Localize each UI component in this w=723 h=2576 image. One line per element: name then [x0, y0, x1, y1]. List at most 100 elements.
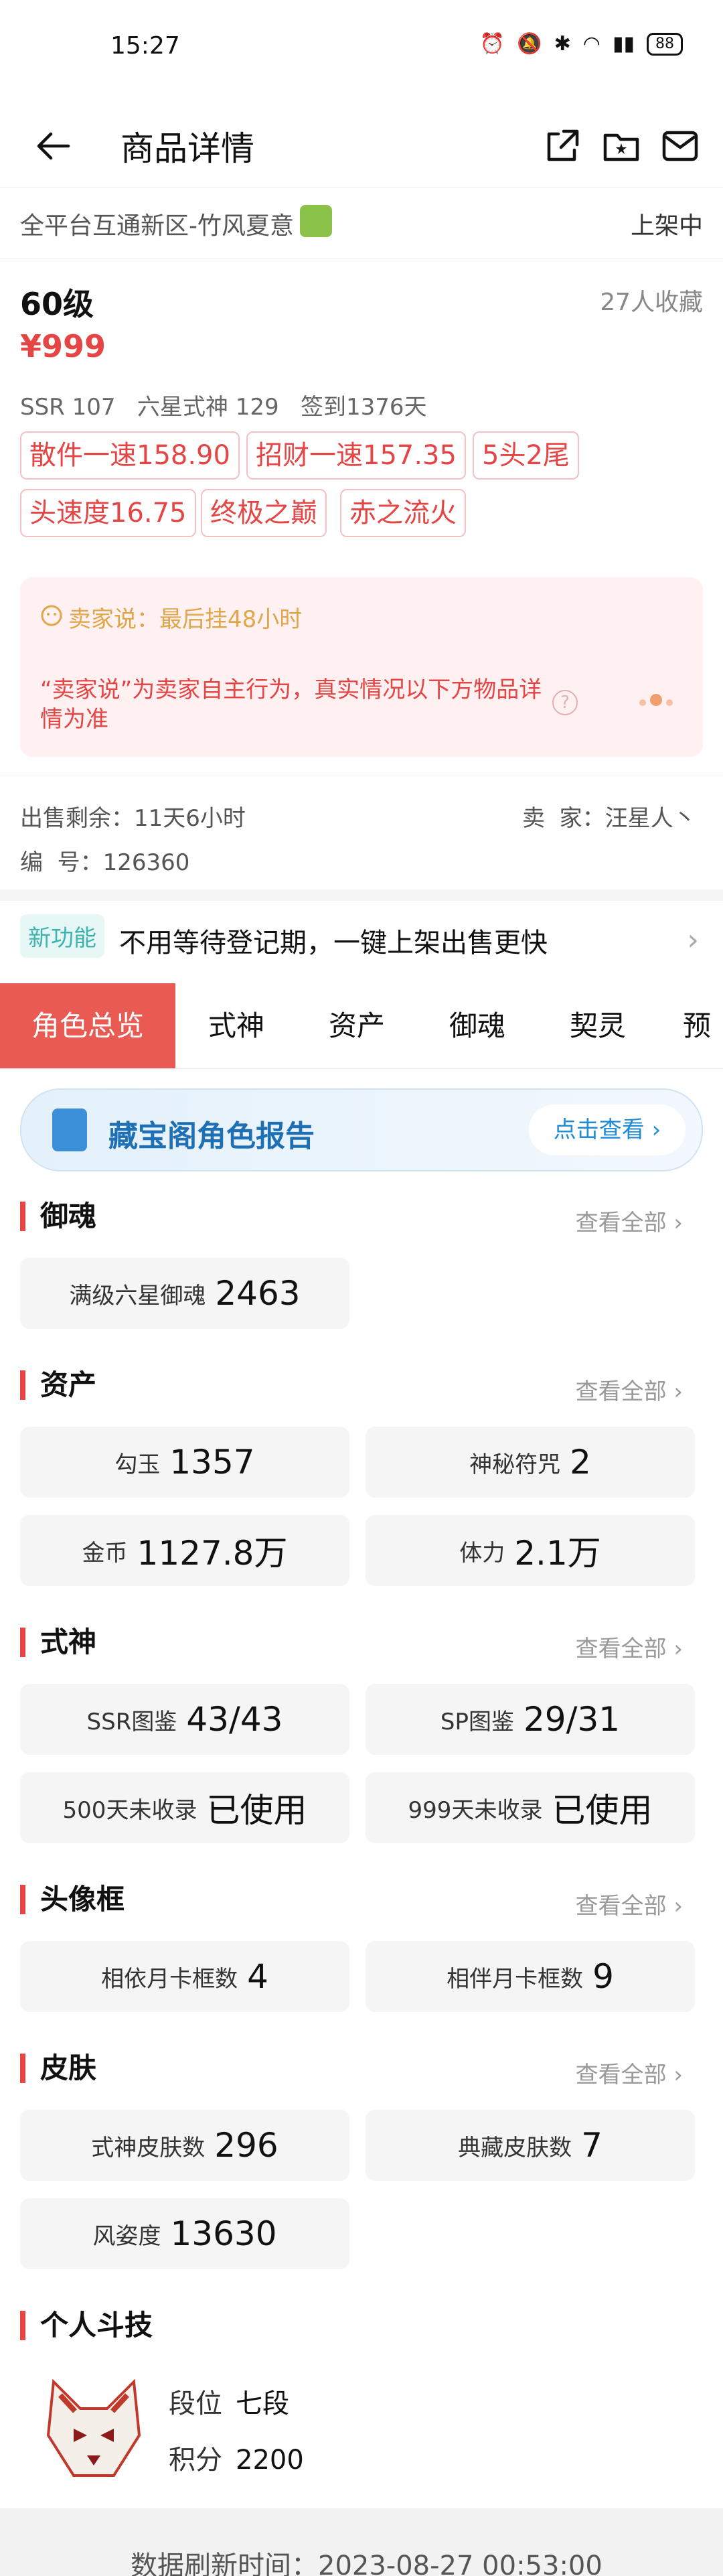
stat-card: SSR图鉴 43/43 — [20, 1684, 349, 1755]
page-title: 商品详情 — [120, 129, 254, 168]
stat-value: 1357 — [169, 1443, 255, 1482]
stat-label: 典藏皮肤数 — [458, 2134, 572, 2161]
stat-value: 296 — [214, 2126, 278, 2165]
stat-card: 相依月卡框数 4 — [20, 1941, 349, 2012]
stat-card: 满级六星御魂 2463 — [20, 1258, 349, 1329]
character-level: 60级 — [20, 286, 94, 322]
see-all-frames[interactable]: 查看全部 › — [576, 1887, 683, 1920]
stat-card: 式神皮肤数 296 — [20, 2110, 349, 2181]
stat-value: 已使用 — [206, 1791, 307, 1830]
stat-value: 已使用 — [552, 1791, 653, 1830]
stat-value: 13630 — [170, 2214, 277, 2253]
fox-mask-avatar-icon — [46, 2378, 141, 2477]
seller-name: 卖 家：汪星人丶 — [522, 805, 696, 832]
rank-label: 段位 — [169, 2388, 222, 2419]
back-arrow-icon[interactable] — [35, 127, 72, 165]
status-bar: 15:27 ⏰ 🔕 ✱ ◠ ▮▮ 88 — [0, 0, 723, 100]
time-remaining: 出售剩余：11天6小时 — [20, 805, 246, 832]
rank-value: 七段 — [236, 2388, 289, 2419]
see-all-assets[interactable]: 查看全部 › — [576, 1373, 683, 1406]
see-all-yuhun[interactable]: 查看全部 › — [576, 1204, 683, 1237]
tab-bar: 角色总览 式神 资产 御魂 契灵 预 — [0, 983, 723, 1069]
pvp-score: 积分 2200 — [169, 2438, 304, 2477]
tab-assets[interactable]: 资产 — [300, 983, 414, 1068]
chevron-right-icon[interactable]: › — [687, 923, 699, 957]
help-icon[interactable]: ? — [552, 690, 578, 715]
character-stats: SSR 107 六星式神 129 签到1376天 — [20, 394, 427, 421]
tab-more[interactable]: 预 — [683, 983, 723, 1068]
loading-dots-icon — [639, 694, 677, 709]
chat-icon — [41, 605, 62, 626]
android-icon — [300, 205, 332, 237]
data-refresh-time: 数据刷新时间：2023-08-27 00:53:00 — [131, 2551, 602, 2576]
section-title-frames: 头像框 — [20, 1885, 125, 1914]
stat-value: 29/31 — [524, 1700, 621, 1739]
status-time: 15:27 — [110, 32, 180, 60]
score-value: 2200 — [236, 2445, 304, 2476]
tab-shikigami[interactable]: 式神 — [179, 983, 293, 1068]
stat-value: 43/43 — [186, 1700, 283, 1739]
stat-label: 满级六星御魂 — [69, 1282, 206, 1309]
section-title-yuhun: 御魂 — [20, 1202, 96, 1231]
tab-yuhun[interactable]: 御魂 — [420, 983, 534, 1068]
message-icon[interactable] — [661, 127, 699, 165]
stat-value: 7 — [581, 2126, 602, 2165]
serial-number: 编 号：126360 — [20, 849, 190, 876]
stat-card: 体力 2.1万 — [366, 1515, 695, 1586]
favorite-count: 27人收藏 — [600, 289, 703, 316]
new-feature-badge: 新功能 — [20, 914, 104, 958]
stat-card: SP图鉴 29/31 — [366, 1684, 695, 1755]
stat-value: 9 — [592, 1957, 614, 1996]
stat-label: 风姿度 — [92, 2222, 161, 2250]
stat-card: 500天未收录 已使用 — [20, 1772, 349, 1843]
seller-says: 卖家说：最后挂48小时 — [68, 606, 303, 633]
tag: 散件一速158.90 — [20, 431, 240, 480]
mute-icon: 🔕 — [517, 32, 542, 56]
stat-label: 式神皮肤数 — [91, 2134, 206, 2161]
stat-label: 勾玉 — [114, 1451, 161, 1478]
signal-icon: ▮▮ — [612, 32, 635, 56]
view-report-button[interactable]: 点击查看 › — [529, 1104, 686, 1155]
report-icon — [52, 1108, 87, 1151]
stat-value: 4 — [247, 1957, 268, 1996]
stat-value: 2 — [570, 1443, 591, 1482]
stat-value: 2.1万 — [514, 1534, 601, 1573]
nav-bar: 商品详情 — [0, 100, 723, 188]
status-icons: ⏰ 🔕 ✱ ◠ ▮▮ 88 — [480, 32, 683, 56]
stat-label: SP图鉴 — [440, 1708, 514, 1735]
tab-qiling[interactable]: 契灵 — [541, 983, 655, 1068]
stat-label: 500天未收录 — [62, 1796, 197, 1824]
share-icon[interactable] — [544, 127, 581, 165]
stat-label: 相伴月卡框数 — [447, 1965, 584, 1993]
section-gap — [0, 889, 723, 902]
price: ¥999 — [20, 328, 106, 364]
section-title-shikigami: 式神 — [20, 1628, 96, 1657]
bluetooth-icon: ✱ — [554, 32, 571, 56]
tag: 5头2尾 — [473, 431, 579, 480]
see-all-skins[interactable]: 查看全部 › — [576, 2056, 683, 2089]
stat-label: 金币 — [82, 1539, 128, 1567]
new-feature-text: 不用等待登记期，一键上架出售更快 — [119, 928, 548, 958]
tag: 头速度16.75 — [20, 489, 196, 537]
tag: 赤之流火 — [340, 489, 466, 537]
stat-label: SSR图鉴 — [86, 1708, 177, 1735]
stat-card: 相伴月卡框数 9 — [366, 1941, 695, 2012]
see-all-shikigami[interactable]: 查看全部 › — [576, 1630, 683, 1663]
stat-label: 神秘符咒 — [469, 1451, 561, 1478]
score-label: 积分 — [169, 2445, 222, 2476]
section-title-assets: 资产 — [20, 1370, 96, 1400]
tag: 招财一速157.35 — [246, 431, 466, 480]
stat-card: 999天未收录 已使用 — [366, 1772, 695, 1843]
stat-card: 神秘符咒 2 — [366, 1427, 695, 1498]
seller-disclaimer: “卖家说”为卖家自主行为，真实情况以下方物品详情为准 — [40, 676, 542, 733]
tab-overview[interactable]: 角色总览 — [0, 983, 175, 1068]
stat-card: 金币 1127.8万 — [20, 1515, 349, 1586]
section-title-skins: 皮肤 — [20, 2054, 96, 2083]
stat-card: 典藏皮肤数 7 — [366, 2110, 695, 2181]
stat-card: 勾玉 1357 — [20, 1427, 349, 1498]
wifi-icon: ◠ — [582, 32, 600, 56]
favorite-folder-icon[interactable] — [602, 127, 640, 165]
section-title-pvp: 个人斗技 — [20, 2311, 153, 2340]
pvp-rank: 段位 七段 — [169, 2382, 289, 2421]
alarm-icon: ⏰ — [479, 32, 505, 56]
